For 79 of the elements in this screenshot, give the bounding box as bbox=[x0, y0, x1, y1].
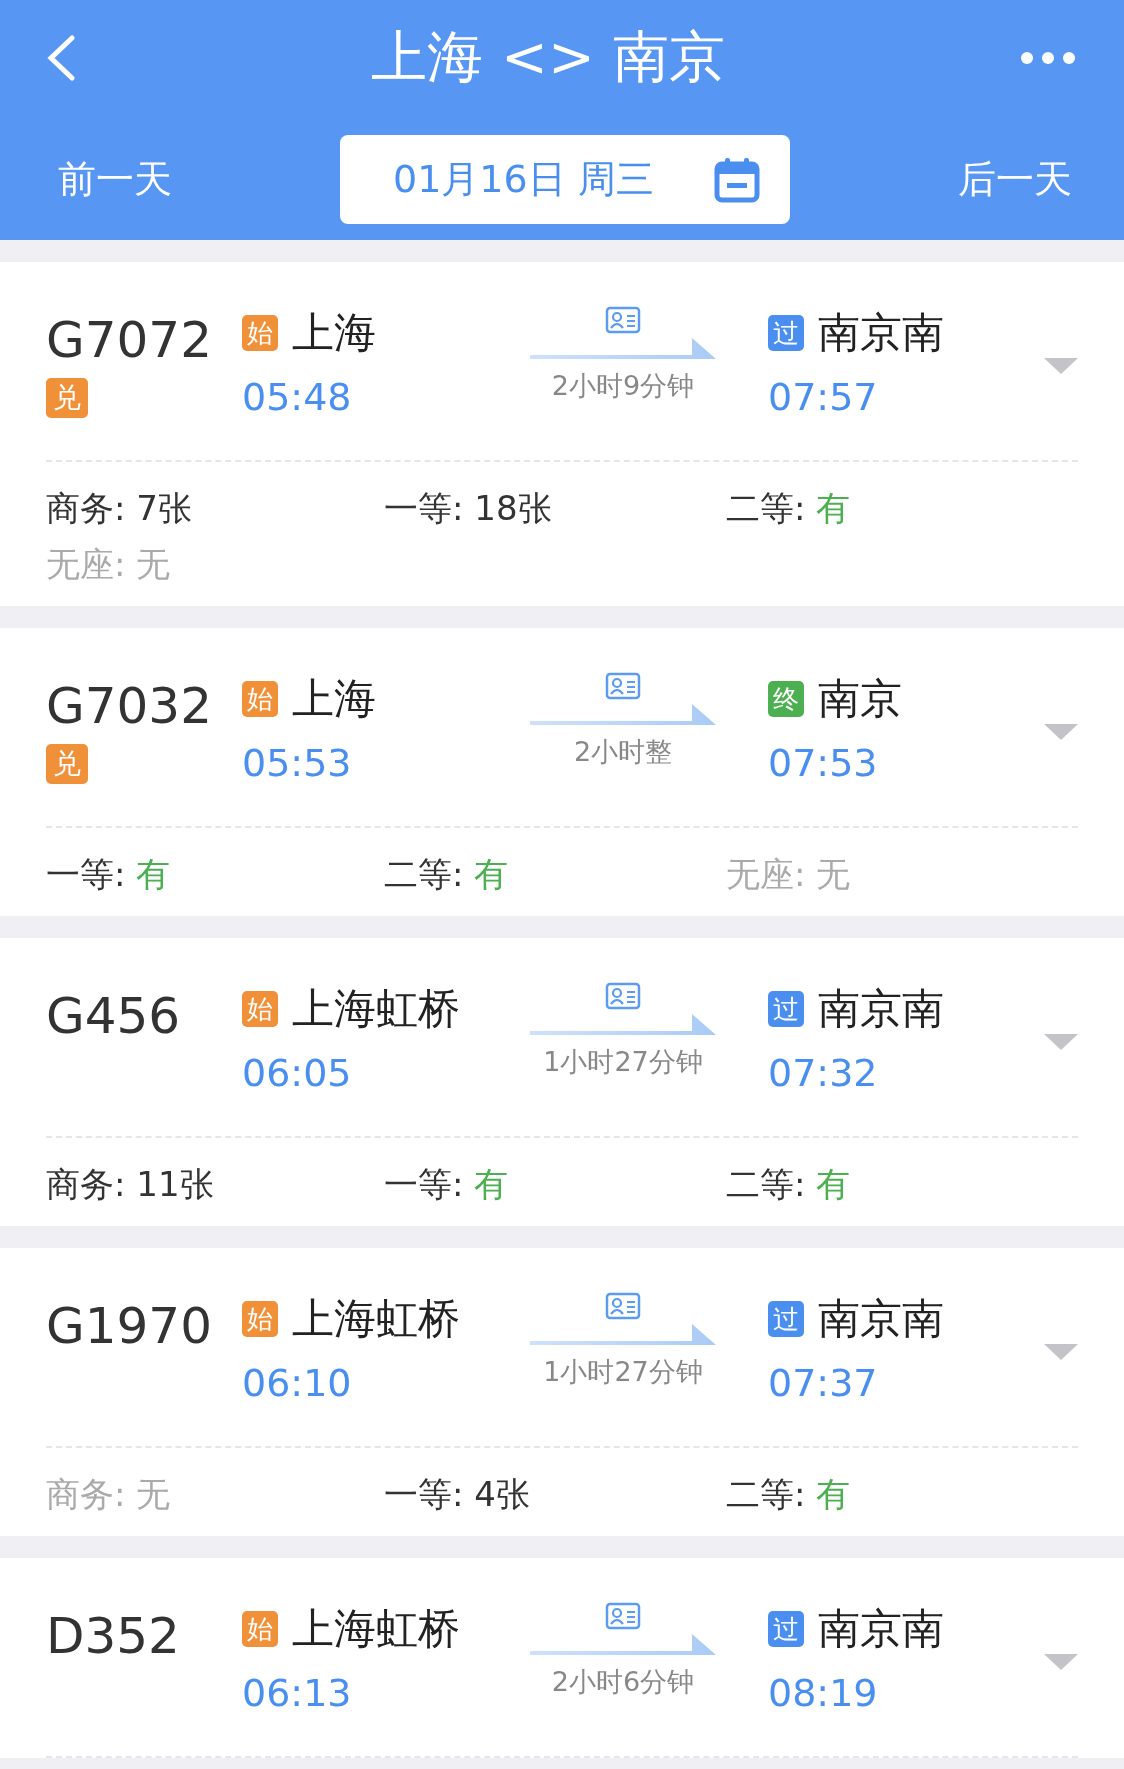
arrow-icon bbox=[530, 1014, 716, 1036]
id-card-icon bbox=[605, 982, 641, 1010]
time-text: 07:53 bbox=[768, 740, 879, 786]
caret-icon[interactable] bbox=[1044, 1654, 1078, 1670]
duration-text: 2小时9分钟 bbox=[551, 369, 695, 403]
train-card[interactable]: G7072 兑 始 上海 05:48 2小时9分钟 过 南京南 07:57 商务: 7张 一等: 18张 二等: 有 无座: 无 bbox=[0, 262, 1124, 606]
seat-availability: 二等: 有 bbox=[726, 1473, 852, 1516]
duration-text: 2小时6分钟 bbox=[551, 1665, 695, 1699]
train-number: D352 bbox=[46, 1606, 181, 1666]
station-name: 上海 bbox=[292, 307, 376, 359]
exchange-badge: 兑 bbox=[46, 378, 88, 418]
station-name: 南京南 bbox=[818, 307, 944, 359]
station-tag: 过 bbox=[768, 1301, 804, 1337]
time-text: 06:05 bbox=[242, 1050, 353, 1096]
station-name: 上海虹桥 bbox=[292, 983, 460, 1035]
id-card-icon bbox=[605, 1602, 641, 1630]
caret-icon[interactable] bbox=[1044, 1034, 1078, 1050]
station-tag: 过 bbox=[768, 1611, 804, 1647]
train-number: G7032 bbox=[46, 676, 213, 736]
caret-icon[interactable] bbox=[1044, 358, 1078, 374]
time-text: 08:19 bbox=[768, 1670, 879, 1716]
route-title: 上海 <> 南京 bbox=[371, 22, 725, 91]
duration-text: 2小时整 bbox=[573, 735, 673, 769]
station-tag: 始 bbox=[242, 1611, 278, 1647]
time-text: 07:57 bbox=[768, 374, 879, 420]
seat-availability: 一等: 有 bbox=[46, 853, 172, 896]
id-card-icon bbox=[605, 672, 641, 700]
seat-availability: 一等: 18张 bbox=[384, 487, 553, 530]
duration-text: 1小时27分钟 bbox=[543, 1045, 703, 1079]
train-card[interactable]: D352 始 上海虹桥 06:13 2小时6分钟 过 南京南 08:19 bbox=[0, 1558, 1124, 1758]
seat-availability: 二等: 有 bbox=[726, 487, 852, 530]
station-name: 南京 bbox=[818, 673, 902, 725]
time-text: 06:10 bbox=[242, 1360, 353, 1406]
train-number: G456 bbox=[46, 986, 182, 1046]
train-card[interactable]: G456 始 上海虹桥 06:05 1小时27分钟 过 南京南 07:32 商务: 11张 一等: 有 二等: 有 bbox=[0, 938, 1124, 1226]
time-text: 07:37 bbox=[768, 1360, 879, 1406]
seat-availability: 商务: 无 bbox=[46, 1473, 172, 1516]
station-tag: 终 bbox=[768, 681, 804, 717]
seat-availability: 无座: 无 bbox=[46, 543, 172, 586]
arrow-icon bbox=[530, 1634, 716, 1656]
caret-icon[interactable] bbox=[1044, 724, 1078, 740]
duration-text: 1小时27分钟 bbox=[543, 1355, 703, 1389]
station-tag: 过 bbox=[768, 315, 804, 351]
station-tag: 始 bbox=[242, 1301, 278, 1337]
station-name: 南京南 bbox=[818, 1293, 944, 1345]
seat-availability: 二等: 有 bbox=[726, 1163, 852, 1206]
time-text: 06:13 bbox=[242, 1670, 353, 1716]
station-tag: 过 bbox=[768, 991, 804, 1027]
seat-availability: 二等: 有 bbox=[384, 853, 510, 896]
arrow-icon bbox=[530, 704, 716, 726]
train-number: G1970 bbox=[46, 1296, 213, 1356]
station-tag: 始 bbox=[242, 991, 278, 1027]
time-text: 07:32 bbox=[768, 1050, 879, 1096]
id-card-icon bbox=[605, 1292, 641, 1320]
more-icon[interactable] bbox=[1020, 50, 1076, 65]
seat-availability: 商务: 11张 bbox=[46, 1163, 215, 1206]
back-icon[interactable] bbox=[46, 34, 76, 81]
id-card-icon bbox=[605, 306, 641, 334]
arrow-icon bbox=[530, 338, 716, 360]
train-card[interactable]: G1970 始 上海虹桥 06:10 1小时27分钟 过 南京南 07:37 商务: 无 一等: 4张 二等: 有 bbox=[0, 1248, 1124, 1536]
calendar-icon bbox=[714, 156, 760, 203]
station-tag: 始 bbox=[242, 315, 278, 351]
exchange-badge: 兑 bbox=[46, 744, 88, 784]
seat-availability: 商务: 7张 bbox=[46, 487, 193, 530]
station-name: 南京南 bbox=[818, 983, 944, 1035]
seat-availability: 一等: 4张 bbox=[384, 1473, 531, 1516]
station-name: 上海虹桥 bbox=[292, 1293, 460, 1345]
station-name: 南京南 bbox=[818, 1603, 944, 1655]
time-text: 05:48 bbox=[242, 374, 353, 420]
seat-availability: 无座: 无 bbox=[726, 853, 852, 896]
caret-icon[interactable] bbox=[1044, 1344, 1078, 1360]
arrow-icon bbox=[530, 1324, 716, 1346]
station-name: 上海 bbox=[292, 673, 376, 725]
train-number: G7072 bbox=[46, 310, 213, 370]
station-tag: 始 bbox=[242, 681, 278, 717]
time-text: 05:53 bbox=[242, 740, 353, 786]
seat-availability: 一等: 有 bbox=[384, 1163, 510, 1206]
station-name: 上海虹桥 bbox=[292, 1603, 460, 1655]
train-card[interactable]: G7032 兑 始 上海 05:53 2小时整 终 南京 07:53 一等: 有 二等: 有 无座: 无 bbox=[0, 628, 1124, 916]
